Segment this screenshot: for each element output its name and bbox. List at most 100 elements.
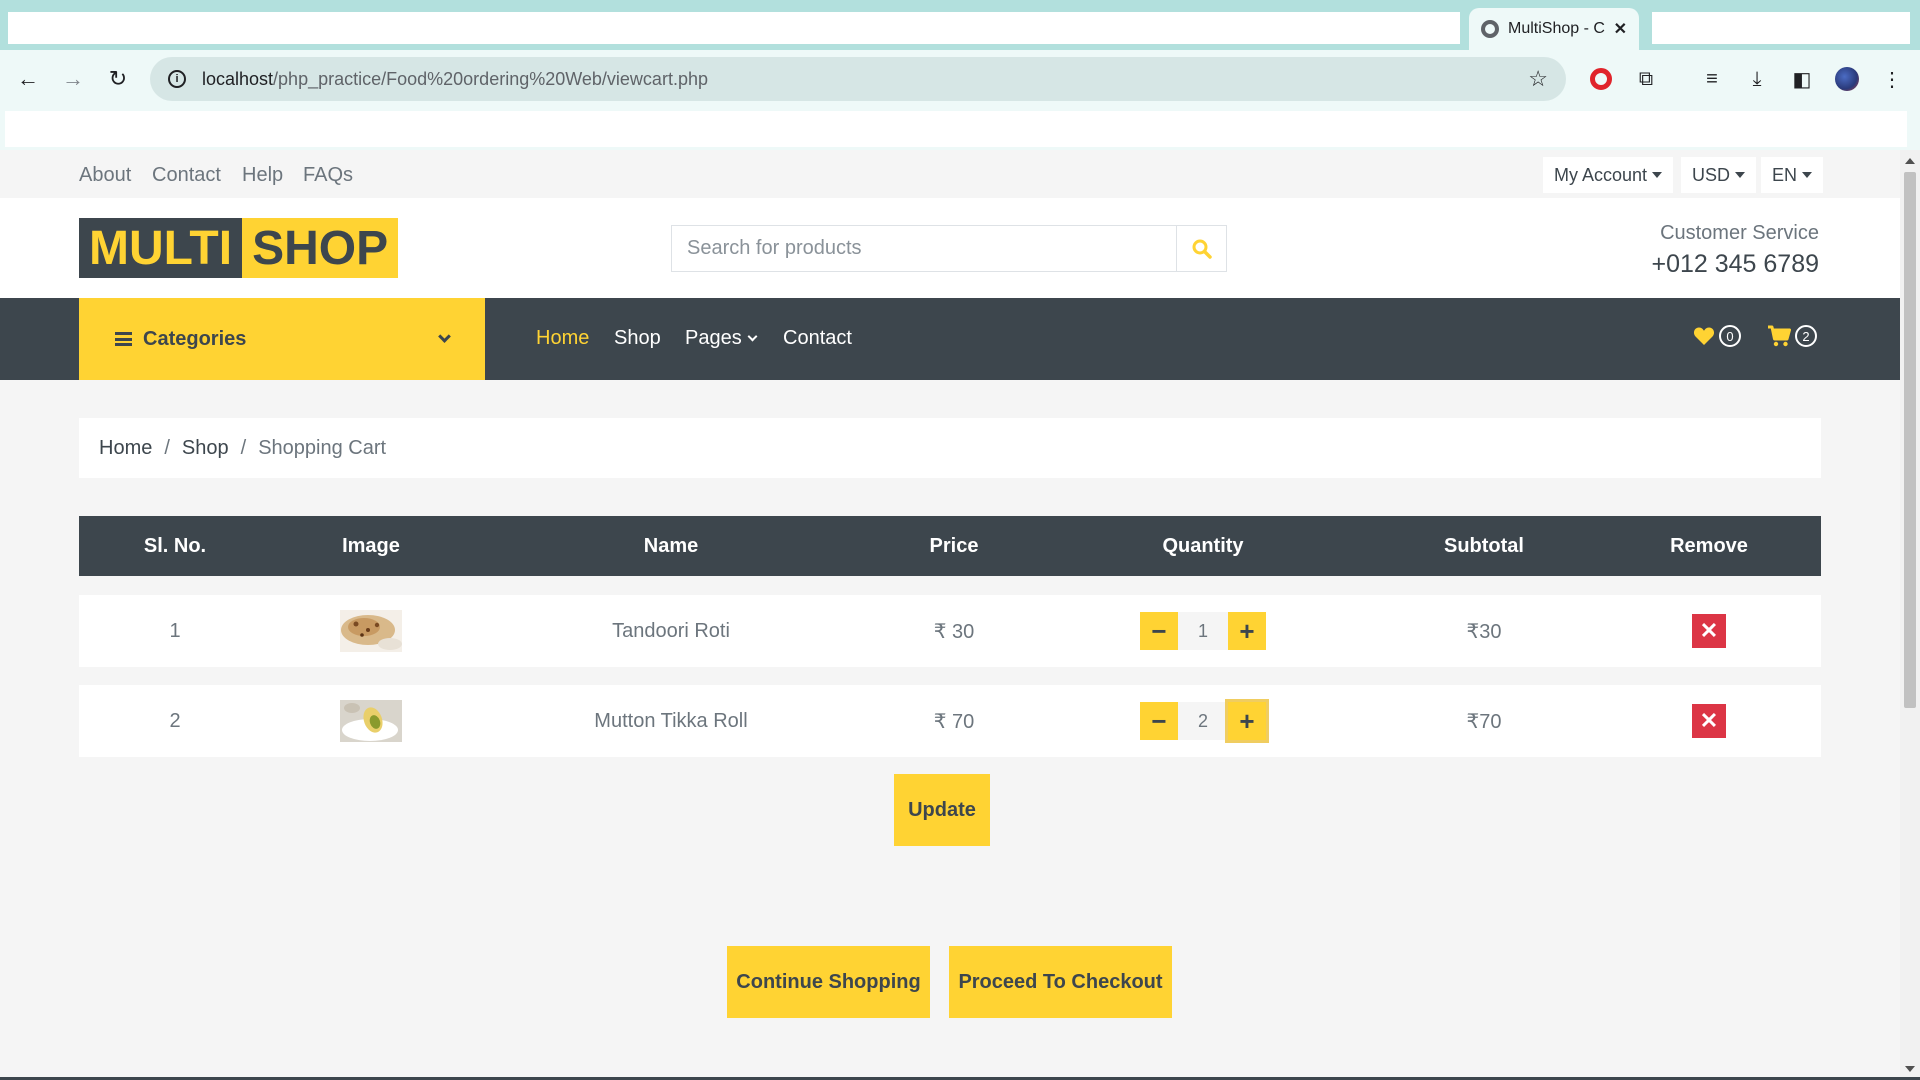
site-info-icon[interactable]: i <box>168 70 186 88</box>
site-logo[interactable]: MULTI SHOP <box>79 218 399 278</box>
table-row: 2 Mutton Tikka Roll ₹ 70 − 2 + ₹70 ✕ <box>79 685 1821 757</box>
search-form <box>671 225 1227 272</box>
my-account-label: My Account <box>1554 164 1648 185</box>
chevron-down-icon <box>438 330 451 343</box>
remove-item-button[interactable]: ✕ <box>1692 614 1726 648</box>
forward-icon[interactable]: → <box>58 64 88 94</box>
update-cart-button[interactable]: Update <box>894 774 990 846</box>
download-icon[interactable]: ⤓ <box>1743 65 1771 93</box>
bookmarks-bar-area <box>5 111 1907 147</box>
kebab-menu-icon[interactable]: ⋮ <box>1878 65 1906 93</box>
page-viewport: About Contact Help FAQs My Account USD E… <box>0 150 1900 1080</box>
browser-tab-placeholder[interactable] <box>1652 12 1910 44</box>
profile-avatar-icon[interactable] <box>1833 65 1861 93</box>
site-header: MULTI SHOP Customer Service +012 345 678… <box>0 198 1900 298</box>
caret-down-icon <box>1652 172 1663 178</box>
my-account-dropdown[interactable]: My Account <box>1543 157 1674 193</box>
column-header-sl-no: Sl. No. <box>143 534 207 557</box>
proceed-to-checkout-button[interactable]: Proceed To Checkout <box>949 946 1172 1018</box>
main-navbar: Categories Home Shop Pages Contact 0 2 <box>0 298 1900 380</box>
breadcrumb-current: Shopping Cart <box>258 436 387 459</box>
search-icon <box>1192 239 1212 259</box>
nav-pages-label: Pages <box>685 327 742 349</box>
categories-label: Categories <box>143 327 247 350</box>
product-subtotal: ₹70 <box>1466 710 1502 733</box>
nav-link-pages[interactable]: Pages <box>685 327 758 350</box>
wishlist-link[interactable]: 0 <box>1693 325 1741 347</box>
wishlist-count-badge: 0 <box>1719 325 1741 347</box>
scrollbar-thumb[interactable] <box>1904 172 1916 708</box>
quantity-input[interactable]: 1 <box>1178 612 1228 650</box>
extensions-icon[interactable]: ⧉ <box>1632 65 1660 93</box>
product-image <box>340 595 402 667</box>
bookmarks-bar <box>0 108 1920 150</box>
breadcrumb-separator: / <box>164 436 170 459</box>
row-sl-no: 1 <box>169 619 181 642</box>
breadcrumb-separator: / <box>240 436 247 459</box>
nav-link-contact[interactable]: Contact <box>783 327 852 350</box>
side-panel-icon[interactable]: ◧ <box>1788 65 1816 93</box>
column-header-quantity: Quantity <box>1162 534 1244 557</box>
scroll-up-arrow-icon[interactable] <box>1905 158 1915 164</box>
row-sl-no: 2 <box>169 709 181 732</box>
topbar-link-help[interactable]: Help <box>242 164 283 187</box>
globe-icon <box>1481 20 1499 38</box>
caret-down-icon <box>1802 172 1813 178</box>
caret-down-icon <box>1735 172 1746 178</box>
continue-shopping-button[interactable]: Continue Shopping <box>727 946 930 1018</box>
tab-title: MultiShop - C <box>1508 20 1605 37</box>
scroll-down-arrow-icon[interactable] <box>1905 1066 1915 1072</box>
currency-dropdown[interactable]: USD <box>1681 157 1757 193</box>
topbar-link-about[interactable]: About <box>79 164 131 187</box>
language-dropdown[interactable]: EN <box>1761 157 1824 193</box>
close-icon: ✕ <box>1699 708 1719 733</box>
categories-toggle[interactable]: Categories <box>79 298 485 380</box>
close-tab-icon[interactable]: ✕ <box>1614 19 1627 39</box>
bookmark-star-icon[interactable]: ☆ <box>1528 66 1548 92</box>
url-path: /php_practice/Food%20ordering%20Web/view… <box>273 68 708 89</box>
product-name: Tandoori Roti <box>612 619 730 642</box>
browser-tab-placeholder[interactable] <box>8 12 1460 44</box>
product-price: ₹ 70 <box>933 710 975 733</box>
chevron-down-icon <box>747 331 758 342</box>
cart-table-header: Sl. No. Image Name Price Quantity Subtot… <box>79 516 1821 576</box>
product-price: ₹ 30 <box>933 620 975 643</box>
breadcrumb-home[interactable]: Home <box>99 437 152 460</box>
plus-icon[interactable]: + <box>1228 702 1266 740</box>
customer-service-phone: +012 345 6789 <box>1651 250 1819 278</box>
product-name: Mutton Tikka Roll <box>594 709 748 732</box>
breadcrumb-shop[interactable]: Shop <box>182 437 229 460</box>
cart-count-badge: 2 <box>1795 325 1817 347</box>
remove-cell: ✕ <box>1692 685 1726 757</box>
nav-link-shop[interactable]: Shop <box>614 327 661 350</box>
quantity-input[interactable]: 2 <box>1178 702 1228 740</box>
browser-tab-active[interactable]: MultiShop - C ✕ <box>1469 8 1639 50</box>
reload-icon[interactable]: ↻ <box>103 64 133 94</box>
minus-icon[interactable]: − <box>1140 702 1178 740</box>
url-text: localhost/php_practice/Food%20ordering%2… <box>202 69 1528 90</box>
table-row: 1 Tandoori Roti ₹ 30 − 1 + ₹30 ✕ <box>79 595 1821 667</box>
currency-label: USD <box>1692 164 1731 185</box>
cart-link[interactable]: 2 <box>1767 325 1817 347</box>
quantity-stepper: − 1 + <box>1140 595 1266 667</box>
close-icon: ✕ <box>1699 618 1719 643</box>
browser-tab-strip: MultiShop - C ✕ <box>0 0 1920 50</box>
media-control-icon[interactable]: ≡ <box>1698 65 1726 93</box>
search-input[interactable] <box>671 225 1176 272</box>
address-bar[interactable]: i localhost/php_practice/Food%20ordering… <box>150 57 1566 101</box>
back-icon[interactable]: ← <box>13 64 43 94</box>
logo-part-multi: MULTI <box>79 218 243 278</box>
search-button[interactable] <box>1176 225 1227 272</box>
topbar-link-faqs[interactable]: FAQs <box>303 164 353 187</box>
opera-extension-icon[interactable] <box>1587 65 1615 93</box>
remove-cell: ✕ <box>1692 595 1726 667</box>
topbar-link-contact[interactable]: Contact <box>152 164 221 187</box>
url-host: localhost <box>202 68 274 89</box>
remove-item-button[interactable]: ✕ <box>1692 704 1726 738</box>
minus-icon[interactable]: − <box>1140 612 1178 650</box>
plus-icon[interactable]: + <box>1228 612 1266 650</box>
shopping-cart-icon <box>1768 325 1791 347</box>
page-scrollbar[interactable] <box>1900 150 1920 1080</box>
nav-link-home[interactable]: Home <box>536 327 589 350</box>
column-header-remove: Remove <box>1670 534 1748 557</box>
